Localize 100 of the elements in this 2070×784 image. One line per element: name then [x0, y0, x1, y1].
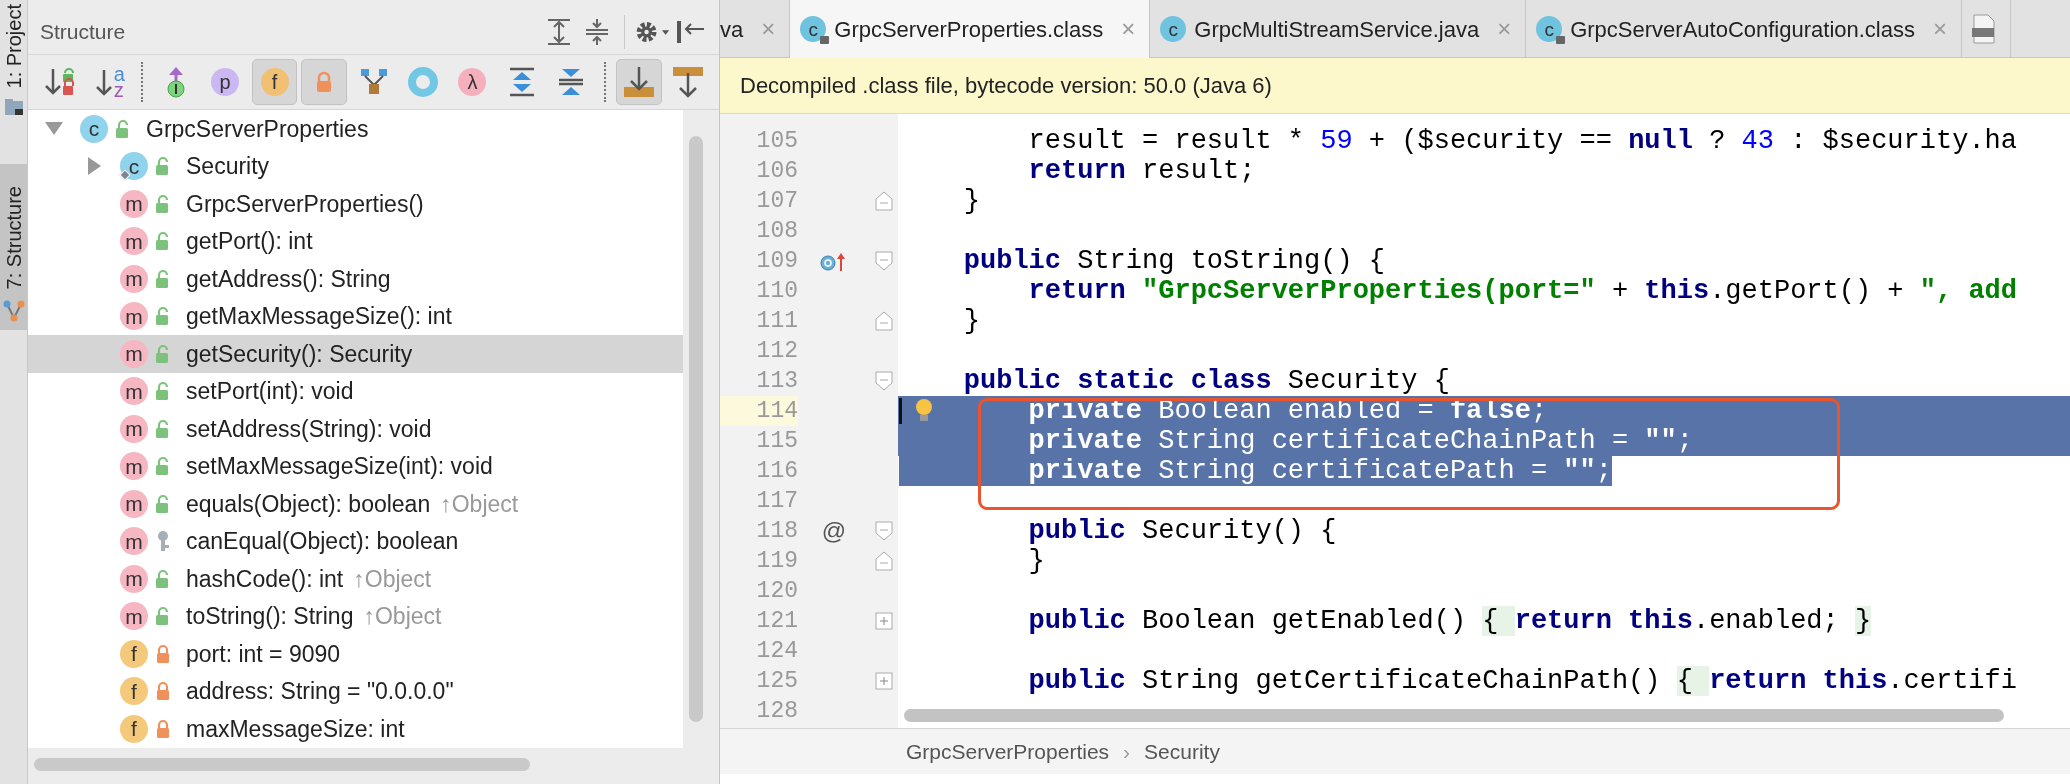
structure-icon — [2, 299, 25, 322]
line-number: 105 — [755, 127, 798, 156]
line-number: 120 — [755, 577, 798, 606]
method-icon: m — [120, 527, 148, 556]
line-number: 128 — [755, 697, 798, 726]
breadcrumb-item[interactable]: Security — [1144, 735, 1220, 768]
expand-icon[interactable] — [875, 612, 893, 630]
code-line: private String certificateChainPath = ""; — [1028, 426, 1693, 456]
class-file-icon: c — [1160, 16, 1187, 42]
code-line: public Boolean getEnabled() { return this.enabled; } — [1028, 606, 1872, 636]
tree-item[interactable]: c Security — [28, 147, 683, 185]
tree-item[interactable]: f maxMessageSize: int — [28, 710, 683, 748]
class-file-icon: c — [800, 16, 827, 42]
tree-item[interactable]: m getPort(): int — [28, 222, 683, 260]
method-icon: m — [120, 414, 148, 443]
annotation-marker[interactable]: @ — [821, 513, 847, 549]
code-line: return result; — [1028, 156, 1256, 186]
scrollbar[interactable] — [904, 709, 2004, 722]
tree-item[interactable]: m setAddress(String): void — [28, 410, 683, 448]
scrollbar[interactable] — [689, 136, 703, 722]
line-number: 114 — [720, 396, 798, 426]
tree-item[interactable]: m equals(Object): boolean ↑Object — [28, 485, 683, 523]
method-icon: m — [120, 377, 148, 406]
class-file-icon: c — [1536, 16, 1563, 42]
line-number: 117 — [755, 487, 798, 516]
class-icon: c — [80, 114, 108, 143]
method-icon: m — [120, 302, 148, 331]
line-number: 125 — [755, 667, 798, 696]
line-number: 110 — [755, 277, 798, 306]
toolbar-button[interactable]: λ — [449, 59, 496, 105]
toolbar-button[interactable] — [616, 59, 662, 105]
tree-item[interactable]: f port: int = 9090 — [28, 635, 683, 673]
panel-title: Structure — [40, 19, 126, 46]
tree-item[interactable]: f address: String = "0.0.0.0" — [28, 672, 683, 710]
line-number: 108 — [755, 217, 798, 246]
scrollbar[interactable] — [34, 758, 530, 771]
code-line: public String getCertificateChainPath() { return this.certifi — [1028, 666, 2017, 696]
line-number: 107 — [755, 187, 798, 216]
tree-item[interactable]: m getSecurity(): Security — [28, 335, 683, 373]
padlock-icon — [154, 718, 172, 739]
hierarchy-icon — [358, 67, 389, 97]
field-icon: f — [120, 714, 148, 743]
text-caret — [899, 398, 902, 424]
method-icon: m — [120, 189, 148, 218]
code-line: public Security() { — [1028, 516, 1337, 546]
folder-icon — [3, 98, 24, 117]
line-number: 121 — [755, 607, 798, 636]
method-icon: m — [120, 489, 148, 518]
line-number: 106 — [755, 157, 798, 186]
line-number: 111 — [755, 307, 798, 336]
tree-item[interactable]: c GrpcServerProperties — [28, 110, 683, 148]
method-icon: m — [120, 227, 148, 256]
expand-icon[interactable] — [875, 672, 893, 690]
method-icon: m — [120, 452, 148, 481]
breadcrumb-separator: › — [1123, 738, 1131, 765]
method-icon: m — [120, 602, 148, 631]
toolbar-button[interactable]: a z — [85, 59, 131, 105]
toolbar-button[interactable]: p — [202, 59, 248, 105]
line-number: 118 — [755, 517, 798, 546]
field-icon: f — [120, 677, 148, 706]
code-line: public String toString() { — [963, 246, 1386, 276]
tree-item[interactable]: m toString(): String ↑Object — [28, 597, 683, 635]
toolbar-button[interactable]: f — [251, 59, 298, 105]
expand-arrow-icon[interactable] — [87, 157, 101, 176]
line-number: 112 — [755, 337, 798, 366]
info-banner: Decompiled .class file, bytecode version: 50.0 (Java 6) — [720, 58, 2070, 114]
editor-tab[interactable]: c GrpcServerProperties.class × — [790, 0, 1151, 58]
line-number: 124 — [755, 637, 798, 666]
padlock-icon — [154, 643, 172, 664]
tree-item[interactable]: m hashCode(): int ↑Object — [28, 560, 683, 598]
expand-arrow-icon[interactable] — [45, 122, 63, 136]
method-icon: m — [120, 264, 148, 293]
tree-item[interactable]: m setMaxMessageSize(int): void — [28, 447, 683, 485]
tree-item[interactable]: m canEqual(Object): boolean — [28, 522, 683, 560]
scroll-from-icon — [671, 65, 706, 99]
scroll-to-icon — [621, 65, 656, 99]
code-line: } — [1028, 546, 1045, 576]
code-line: public static class Security { — [963, 366, 1450, 396]
padlock-icon — [154, 681, 172, 702]
tool-window-tab[interactable]: 7: Structure — [0, 164, 27, 330]
line-number: 116 — [755, 457, 798, 486]
tree-item[interactable]: m GrpcServerProperties() — [28, 185, 683, 223]
line-number: 115 — [755, 427, 798, 456]
line-number: 109 — [755, 247, 798, 276]
ring-icon — [406, 65, 440, 99]
file-icon — [1972, 14, 1996, 44]
line-number: 119 — [755, 547, 798, 576]
line-number: 113 — [755, 367, 798, 396]
code-line: result = result * 59 + ($security == null ? 43 : $security.ha — [1028, 126, 2017, 156]
method-icon: m — [120, 564, 148, 593]
lightbulb-icon[interactable] — [914, 398, 934, 424]
class-icon: c — [120, 152, 148, 181]
code-line: } — [963, 306, 980, 336]
tool-window-tab[interactable]: 1: Project — [0, 0, 27, 125]
code-line: return "GrpcServerProperties(port=" + this.getPort() + ", add — [1028, 276, 2017, 306]
field-icon: f — [120, 639, 148, 668]
breadcrumb-item[interactable]: GrpcServerProperties — [906, 735, 1110, 768]
tree-item[interactable]: m setPort(int): void — [28, 372, 683, 410]
tree-item[interactable]: m getAddress(): String — [28, 260, 683, 298]
tree-item[interactable]: m getMaxMessageSize(): int — [28, 297, 683, 335]
